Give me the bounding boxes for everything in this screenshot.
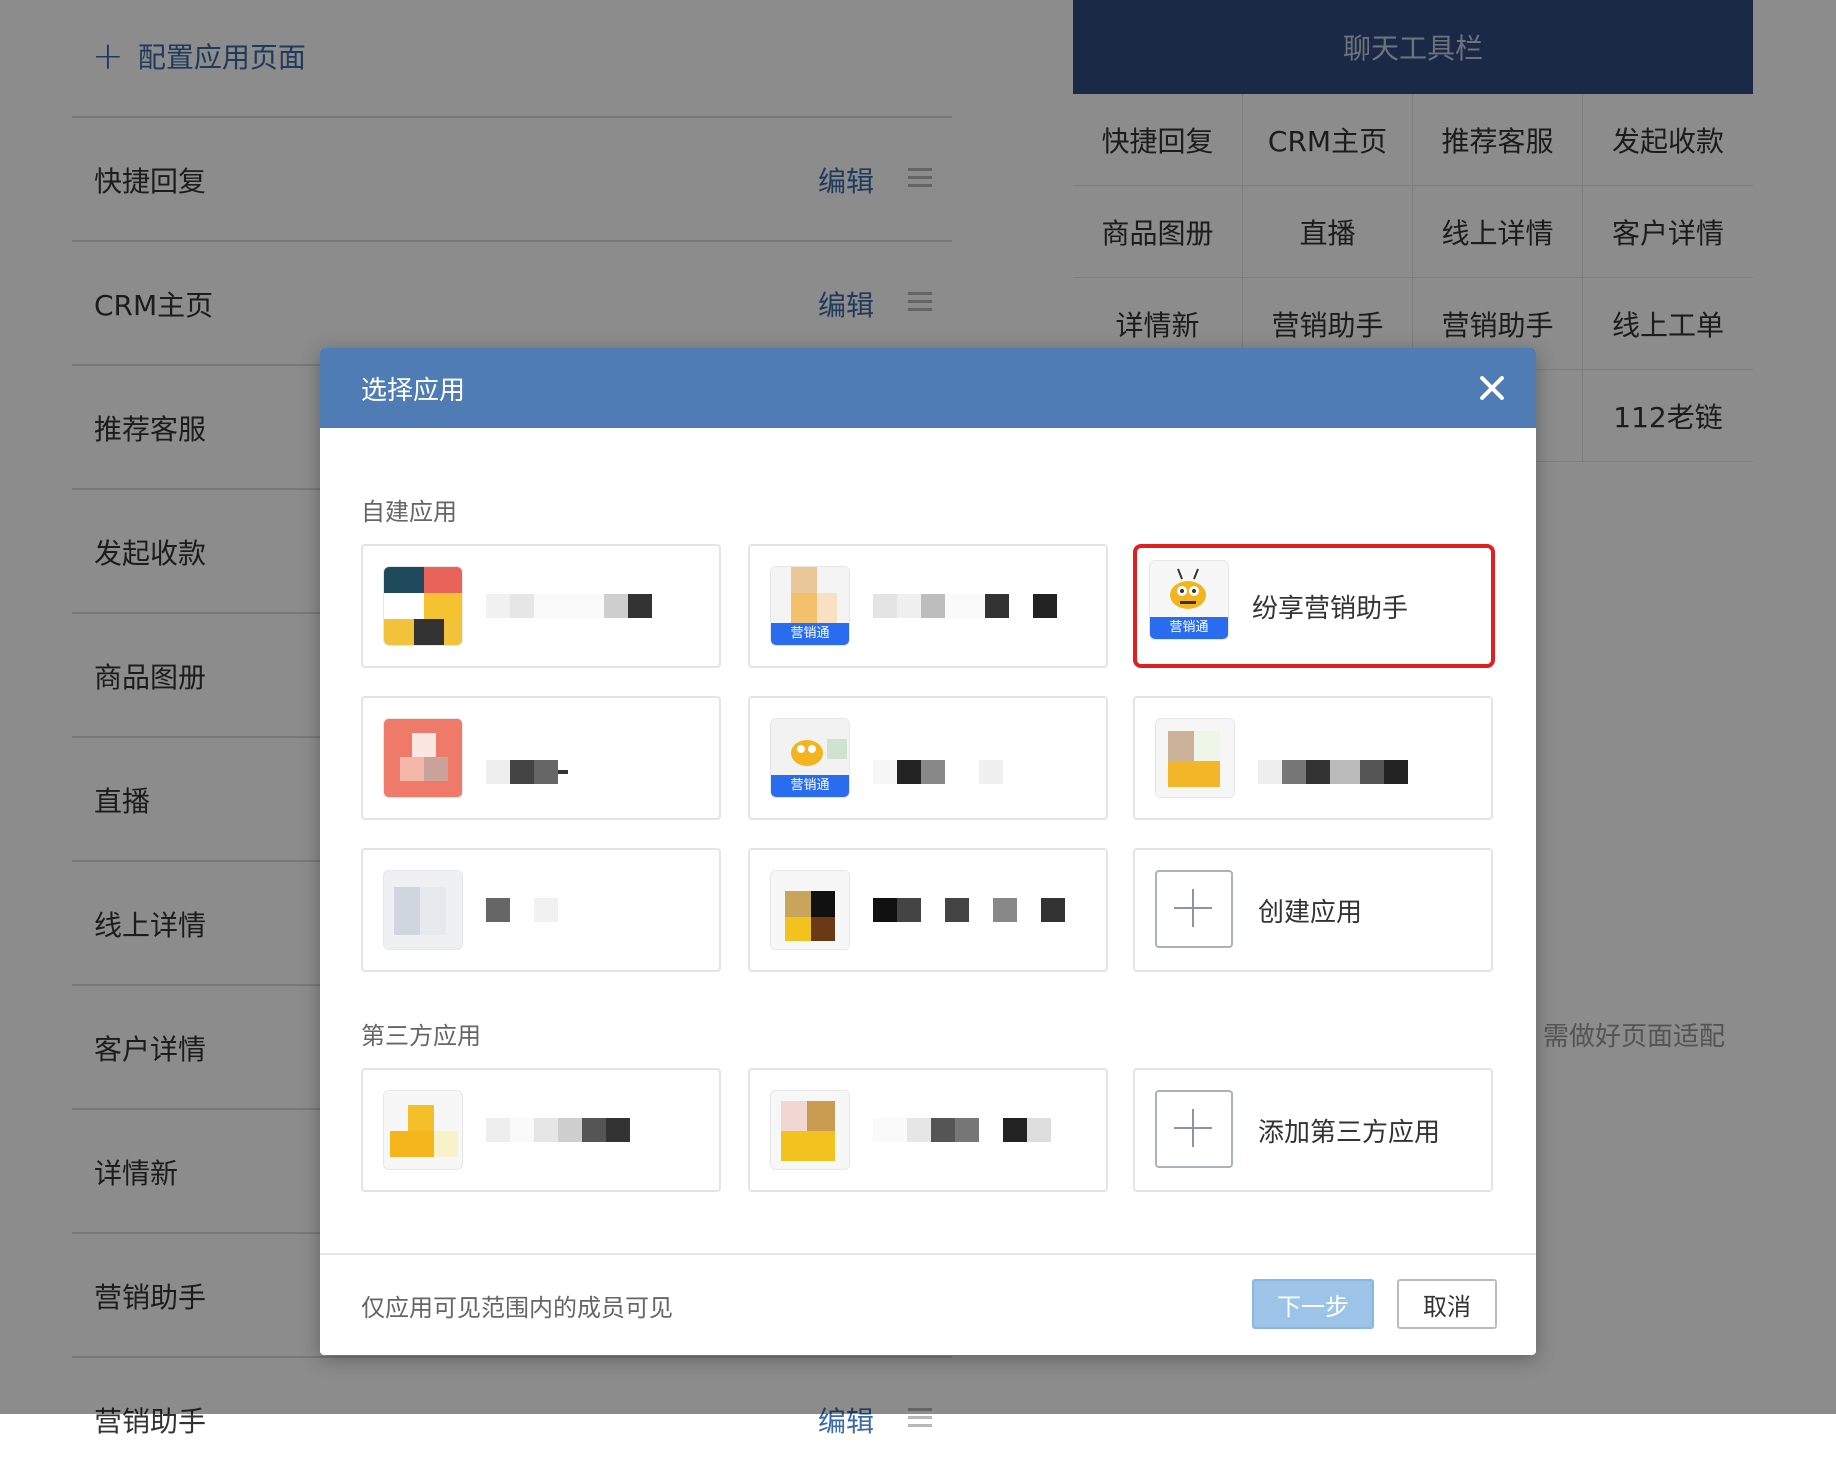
app-icon: 营销通 [770,566,850,646]
close-icon[interactable] [1470,366,1514,410]
app-icon [770,870,850,950]
app-icon-pixelated [771,871,849,949]
app-card[interactable] [361,848,721,972]
app-card[interactable] [361,696,721,820]
plus-icon [1155,1090,1233,1168]
app-icon [770,1090,850,1170]
add-third-party-card[interactable]: 添加第三方应用 [1133,1068,1493,1192]
redacted-name [873,1112,1051,1148]
visibility-note: 仅应用可见范围内的成员可见 [361,1293,673,1322]
self-built-section-title: 自建应用 [361,498,457,526]
app-icon-pixelated [384,567,462,645]
app-icon [383,566,463,646]
app-card[interactable] [361,1068,721,1192]
modal-footer: 仅应用可见范围内的成员可见 下一步 取消 [320,1253,1536,1355]
app-card[interactable] [1133,696,1493,820]
create-app-label: 创建应用 [1258,897,1363,928]
redacted-name [486,588,652,624]
redacted-name [486,1112,630,1148]
next-button[interactable]: 下一步 [1252,1279,1374,1329]
app-name: 纷享营销助手 [1252,593,1409,624]
cancel-button[interactable]: 取消 [1397,1279,1497,1329]
redacted-name [873,754,1003,790]
app-icon-pixelated [1156,719,1234,797]
app-icon [383,718,463,798]
app-icon-pixelated [384,719,462,797]
marketing-badge: 营销通 [1150,617,1228,639]
app-icon [1155,718,1235,798]
app-card-selected[interactable]: 营销通 纷享营销助手 [1133,544,1495,668]
modal-title: 选择应用 [361,375,466,406]
app-icon [383,1090,463,1170]
app-card[interactable] [361,544,721,668]
redacted-name [486,892,558,928]
redacted-name [873,588,1057,624]
marketing-badge: 营销通 [771,775,849,797]
app-card[interactable] [748,1068,1108,1192]
bee-icon [1150,561,1228,619]
app-icon: 营销通 [1149,560,1229,640]
add-third-party-label: 添加第三方应用 [1258,1117,1441,1148]
select-app-modal: 选择应用 自建应用 营销通 营销通 纷享营销助手 营销通 创建应用 第三方应用 … [320,348,1536,1355]
create-app-card[interactable]: 创建应用 [1133,848,1493,972]
app-card[interactable]: 营销通 [748,696,1108,820]
app-icon-pixelated [771,567,849,625]
app-icon-pixelated [771,1091,849,1169]
plus-icon [1155,870,1233,948]
modal-header: 选择应用 [320,348,1536,428]
app-card[interactable] [748,848,1108,972]
app-icon-pixelated [384,871,462,949]
app-icon [383,870,463,950]
third-party-section-title: 第三方应用 [361,1022,481,1050]
bee-icon [771,719,849,777]
redacted-name [873,892,1065,928]
app-icon-pixelated [384,1091,462,1169]
redacted-name [1258,754,1408,790]
app-icon: 营销通 [770,718,850,798]
app-card[interactable]: 营销通 [748,544,1108,668]
marketing-badge: 营销通 [771,623,849,645]
redacted-name [486,754,568,790]
